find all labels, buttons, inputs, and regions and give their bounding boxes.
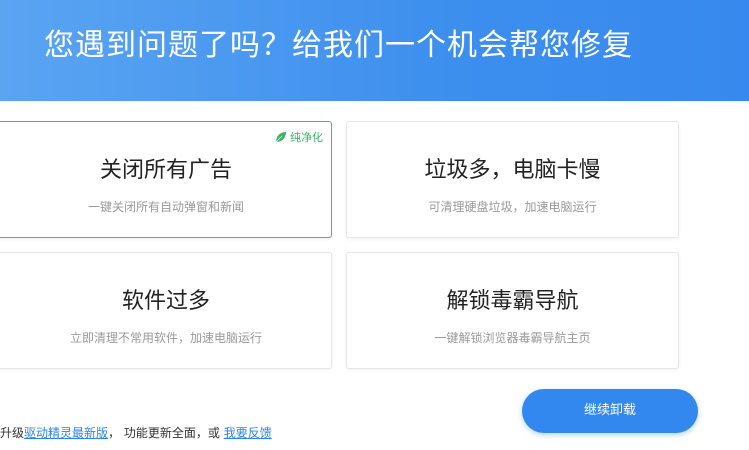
upgrade-link[interactable]: 驱动精灵最新版 <box>24 426 108 440</box>
pure-badge-label: 纯净化 <box>290 131 323 144</box>
option-title: 解锁毒霸导航 <box>446 289 579 314</box>
option-title: 关闭所有广告 <box>99 158 232 183</box>
footer-upgrade-line: 升级驱动精灵最新版， 功能更新全面，或 我要反馈 <box>0 424 272 441</box>
footer-prefix: 升级 <box>0 426 25 440</box>
option-title: 软件过多 <box>121 289 210 314</box>
footer-middle: ， 功能更新全面，或 <box>108 426 220 440</box>
option-desc: 一键关闭所有自动弹窗和新闻 <box>87 200 244 214</box>
pure-badge: 纯净化 <box>275 129 323 145</box>
leaf-icon <box>275 132 286 143</box>
option-desc: 可清理硬盘垃圾，加速电脑运行 <box>428 200 597 214</box>
option-card-clean-junk[interactable]: 垃圾多，电脑卡慢 可清理硬盘垃圾，加速电脑运行 <box>346 121 679 238</box>
option-desc: 立即清理不常用软件，加速电脑运行 <box>69 331 262 345</box>
option-desc: 一键解锁浏览器毒霸导航主页 <box>434 331 591 345</box>
header-banner: 您遇到问题了吗？给我们一个机会帮您修复 <box>0 0 749 101</box>
option-card-close-ads[interactable]: 纯净化 关闭所有广告 一键关闭所有自动弹窗和新闻 <box>0 121 332 238</box>
continue-uninstall-button[interactable]: 继续卸载 <box>522 389 698 433</box>
option-card-unlock-navigation[interactable]: 解锁毒霸导航 一键解锁浏览器毒霸导航主页 <box>346 252 679 369</box>
page-title: 您遇到问题了吗？给我们一个机会帮您修复 <box>44 28 633 63</box>
feedback-link[interactable]: 我要反馈 <box>224 426 272 440</box>
option-card-too-many-software[interactable]: 软件过多 立即清理不常用软件，加速电脑运行 <box>0 252 332 369</box>
option-title: 垃圾多，电脑卡慢 <box>424 158 601 183</box>
